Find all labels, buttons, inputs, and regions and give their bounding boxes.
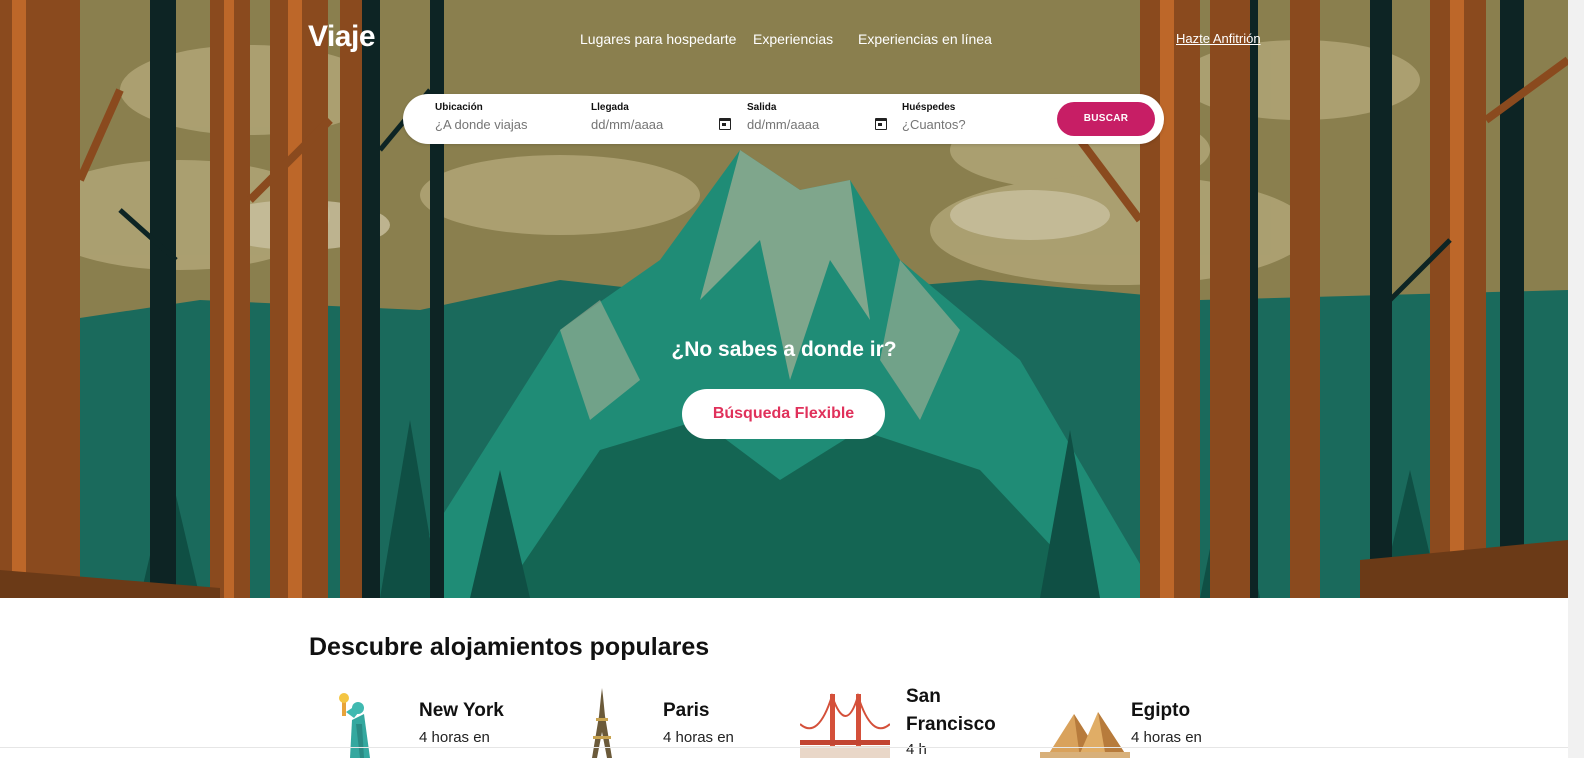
location-input[interactable]: ¿A donde viajas — [435, 117, 575, 132]
location-field[interactable]: Ubicación ¿A donde viajas — [435, 102, 575, 132]
destination-name: Paris — [663, 700, 710, 721]
forest-mountain-illustration — [0, 0, 1568, 598]
checkout-input[interactable]: dd/mm/aaaa — [747, 117, 887, 132]
flexible-search-button[interactable]: Búsqueda Flexible — [682, 389, 885, 439]
checkout-field[interactable]: Salida dd/mm/aaaa — [747, 102, 887, 132]
destination-name: San Francisco — [906, 686, 996, 735]
checkin-input[interactable]: dd/mm/aaaa — [591, 117, 731, 132]
destination-name: New York — [419, 700, 504, 721]
hero-banner: Viaje Lugares para hospedarte Experienci… — [0, 0, 1568, 598]
destination-subtitle: 4 horas en — [1131, 729, 1202, 746]
nav-link-lodging[interactable]: Lugares para hospedarte — [580, 31, 736, 47]
nav-link-experiences[interactable]: Experiencias — [753, 31, 833, 47]
vertical-scrollbar[interactable] — [1568, 0, 1584, 758]
logo[interactable]: Viaje — [308, 20, 376, 54]
popular-section-title: Descubre alojamientos populares — [309, 633, 710, 661]
checkin-label: Llegada — [591, 102, 629, 113]
become-host-link[interactable]: Hazte Anfitrión — [1176, 31, 1261, 46]
guests-input[interactable]: ¿Cuantos? — [902, 117, 1042, 132]
nav-link-online-experiences[interactable]: Experiencias en línea — [858, 31, 992, 47]
search-button[interactable]: BUSCAR — [1057, 102, 1155, 136]
destination-name: Egipto — [1131, 700, 1191, 721]
guests-field[interactable]: Huéspedes ¿Cuantos? — [902, 102, 1042, 132]
checkin-value: dd/mm/aaaa — [591, 117, 664, 132]
location-label: Ubicación — [435, 102, 483, 113]
flexible-search-question: ¿No sabes a donde ir? — [671, 338, 897, 361]
checkin-field[interactable]: Llegada dd/mm/aaaa — [591, 102, 731, 132]
calendar-icon[interactable] — [719, 118, 731, 130]
checkout-label: Salida — [747, 102, 777, 113]
search-bar: Ubicación ¿A donde viajas Llegada dd/mm/… — [403, 94, 1164, 144]
divider — [0, 747, 1568, 748]
destination-subtitle: 4 h — [906, 741, 927, 758]
destination-subtitle: 4 horas en — [663, 729, 734, 746]
calendar-icon[interactable] — [875, 118, 887, 130]
guests-label: Huéspedes — [902, 102, 956, 113]
checkout-value: dd/mm/aaaa — [747, 117, 820, 132]
destination-subtitle: 4 horas en — [419, 729, 490, 746]
